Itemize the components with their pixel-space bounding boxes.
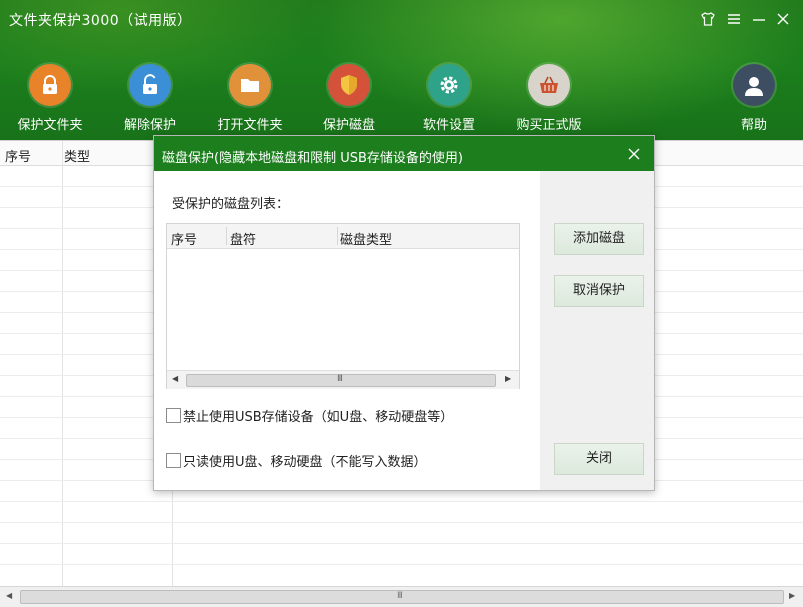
folder-icon xyxy=(229,64,271,106)
app-title: 文件夹保护3000（试用版） xyxy=(9,13,192,29)
scrollbar-grip: III xyxy=(337,374,343,384)
row-divider xyxy=(0,501,803,502)
user-icon xyxy=(733,64,775,106)
column-divider xyxy=(226,227,227,245)
toolbar-label: 软件设置 xyxy=(422,118,475,133)
toolbar-label: 打开文件夹 xyxy=(217,118,283,133)
usb-block-checkbox[interactable] xyxy=(166,408,181,423)
toolbar-label: 购买正式版 xyxy=(516,118,582,133)
read-only-checkbox[interactable] xyxy=(166,453,181,468)
shield-icon xyxy=(328,64,370,106)
toolbar-protect-disk[interactable]: 保护磁盘 xyxy=(299,64,399,133)
dialog-title-bar[interactable]: 磁盘保护(隐藏本地磁盘和限制 USB存储设备的使用) xyxy=(154,136,654,171)
title-bar: 文件夹保护3000（试用版） 保护文件夹 解除保护 打开文件夹 保护磁盘 软件设… xyxy=(0,0,803,140)
column-header[interactable]: 磁盘类型 xyxy=(340,229,392,248)
column-header[interactable]: 序号 xyxy=(5,146,31,165)
scrollbar-thumb[interactable]: III xyxy=(20,590,784,604)
column-header[interactable]: 类型 xyxy=(64,146,90,165)
disk-list[interactable]: 序号 盘符 磁盘类型 ◀ III ▶ xyxy=(166,223,520,389)
scroll-right-icon[interactable]: ▶ xyxy=(789,591,795,600)
menu-icon[interactable] xyxy=(723,8,745,30)
read-only-label: 只读使用U盘、移动硬盘（不能写入数据） xyxy=(183,455,427,470)
scroll-left-icon[interactable]: ◀ xyxy=(6,591,12,600)
dialog-close-icon[interactable] xyxy=(624,144,644,164)
cancel-protect-button[interactable]: 取消保护 xyxy=(554,275,644,307)
column-divider xyxy=(337,227,338,245)
scroll-left-icon[interactable]: ◀ xyxy=(172,374,178,383)
disk-list-header: 序号 盘符 磁盘类型 xyxy=(167,224,519,249)
minimize-icon[interactable] xyxy=(748,8,770,30)
toolbar-help[interactable]: 帮助 xyxy=(704,64,803,133)
column-header[interactable]: 盘符 xyxy=(230,229,256,248)
lock-icon xyxy=(29,64,71,106)
toolbar-buy[interactable]: 购买正式版 xyxy=(499,64,599,133)
toolbar-label: 帮助 xyxy=(740,118,767,133)
unlock-icon xyxy=(129,64,171,106)
horizontal-scrollbar[interactable]: ◀ III ▶ xyxy=(0,586,803,607)
close-dialog-button[interactable]: 关闭 xyxy=(554,443,644,475)
scrollbar-thumb[interactable]: III xyxy=(186,374,496,387)
row-divider xyxy=(0,564,803,565)
scroll-right-icon[interactable]: ▶ xyxy=(505,374,511,383)
row-divider xyxy=(0,543,803,544)
toolbar-label: 解除保护 xyxy=(123,118,176,133)
add-disk-button[interactable]: 添加磁盘 xyxy=(554,223,644,255)
usb-block-label: 禁止使用USB存储设备（如U盘、移动硬盘等） xyxy=(183,410,454,425)
gear-icon xyxy=(428,64,470,106)
row-divider xyxy=(0,522,803,523)
skin-icon[interactable] xyxy=(697,8,719,30)
close-icon[interactable] xyxy=(772,8,794,30)
toolbar-protect-folder[interactable]: 保护文件夹 xyxy=(0,64,100,133)
toolbar-unprotect[interactable]: 解除保护 xyxy=(100,64,200,133)
disk-protect-dialog: 磁盘保护(隐藏本地磁盘和限制 USB存储设备的使用) 受保护的磁盘列表： 序号 … xyxy=(153,135,655,491)
basket-icon xyxy=(528,64,570,106)
dialog-title: 磁盘保护(隐藏本地磁盘和限制 USB存储设备的使用) xyxy=(162,151,463,166)
scrollbar-grip: III xyxy=(397,591,403,601)
toolbar-label: 保护文件夹 xyxy=(17,118,83,133)
column-header[interactable]: 序号 xyxy=(171,229,197,248)
disk-list-label: 受保护的磁盘列表： xyxy=(172,197,290,212)
toolbar-label: 保护磁盘 xyxy=(322,118,375,133)
toolbar-settings[interactable]: 软件设置 xyxy=(399,64,499,133)
toolbar-open-folder[interactable]: 打开文件夹 xyxy=(200,64,300,133)
disk-list-scrollbar[interactable]: ◀ III ▶ xyxy=(167,370,519,389)
